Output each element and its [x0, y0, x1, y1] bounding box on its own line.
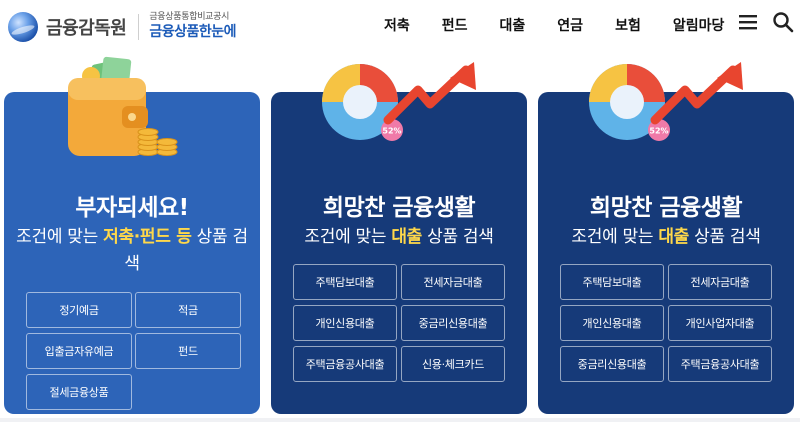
card-title: 희망찬 금융생활 [322, 195, 476, 221]
desc-text: 조건에 맞는 [16, 227, 104, 247]
logo-subtitle-main: 금융상품한눈에 [149, 24, 236, 41]
product-button-business-loan[interactable]: 개인사업자대출 [668, 305, 772, 341]
desc-highlight: 저축·펀드 등 [103, 227, 192, 247]
desc-highlight: 대출 [658, 227, 690, 247]
chart-badge: 52% [649, 127, 668, 136]
donut-chart-arrow-icon: 52% [318, 60, 488, 154]
nav-item-funds[interactable]: 펀드 [442, 15, 468, 35]
wallet-coins-icon [64, 56, 184, 170]
product-button-fixed-deposit[interactable]: 정기예금 [26, 292, 132, 328]
nav-item-notice[interactable]: 알림마당 [673, 15, 725, 35]
product-button-mid-rate-credit[interactable]: 중금리신용대출 [560, 346, 664, 382]
product-button-mid-rate-credit[interactable]: 중금리신용대출 [401, 305, 505, 341]
card-title: 희망찬 금융생활 [589, 195, 743, 221]
product-button-tax-saving[interactable]: 절세금융상품 [26, 374, 132, 410]
product-button-hf-loan[interactable]: 주택금융공사대출 [668, 346, 772, 382]
product-button-personal-credit[interactable]: 개인신용대출 [560, 305, 664, 341]
product-button-demand-deposit[interactable]: 입출금자유예금 [26, 333, 132, 369]
card-title: 부자되세요! [75, 195, 189, 221]
product-button-jeonse-loan[interactable]: 전세자금대출 [401, 264, 505, 300]
card-description: 조건에 맞는 저축·펀드 등 상품 검색 [4, 224, 260, 278]
page-bottom-strip [0, 418, 800, 422]
product-button-mortgage[interactable]: 주택담보대출 [293, 264, 397, 300]
desc-text: 조건에 맞는 [304, 227, 392, 247]
search-icon[interactable] [772, 11, 794, 37]
hamburger-menu-icon[interactable] [738, 13, 758, 35]
main-nav: 저축 펀드 대출 연금 보험 알림마당 [374, 12, 724, 38]
desc-text: 상품 검색 [422, 227, 494, 247]
desc-highlight: 대출 [391, 227, 423, 247]
product-button-hf-loan[interactable]: 주택금융공사대출 [293, 346, 397, 382]
chart-badge: 52% [382, 127, 401, 136]
logo-subtitle: 금융상품통합비교공시 금융상품한눈에 [149, 12, 236, 41]
nav-item-insurance[interactable]: 보험 [615, 15, 641, 35]
product-button-mortgage[interactable]: 주택담보대출 [560, 264, 664, 300]
product-button-jeonse-loan[interactable]: 전세자금대출 [668, 264, 772, 300]
product-button-credit-card[interactable]: 신용·체크카드 [401, 346, 505, 382]
logo-divider [138, 14, 140, 40]
desc-text: 상품 검색 [689, 227, 761, 247]
nav-item-savings[interactable]: 저축 [384, 15, 410, 35]
donut-chart-arrow-icon: 52% [585, 60, 755, 154]
site-logo[interactable]: 금융감독원 금융상품통합비교공시 금융상품한눈에 [8, 10, 236, 44]
card-description: 조건에 맞는 대출 상품 검색 [271, 224, 527, 251]
card-description: 조건에 맞는 대출 상품 검색 [538, 224, 794, 251]
nav-item-loans[interactable]: 대출 [500, 15, 526, 35]
site-header: 금융감독원 금융상품통합비교공시 금융상품한눈에 저축 펀드 대출 연금 보험 … [0, 0, 800, 56]
product-button-installment-savings[interactable]: 적금 [135, 292, 241, 328]
nav-item-pension[interactable]: 연금 [557, 15, 583, 35]
desc-text: 조건에 맞는 [571, 227, 659, 247]
product-button-personal-credit[interactable]: 개인신용대출 [293, 305, 397, 341]
logo-text: 금융감독원 [46, 18, 127, 39]
fss-emblem-icon [8, 12, 38, 42]
logo-subtitle-top: 금융상품통합비교공시 [149, 12, 230, 23]
product-button-fund[interactable]: 펀드 [135, 333, 241, 369]
